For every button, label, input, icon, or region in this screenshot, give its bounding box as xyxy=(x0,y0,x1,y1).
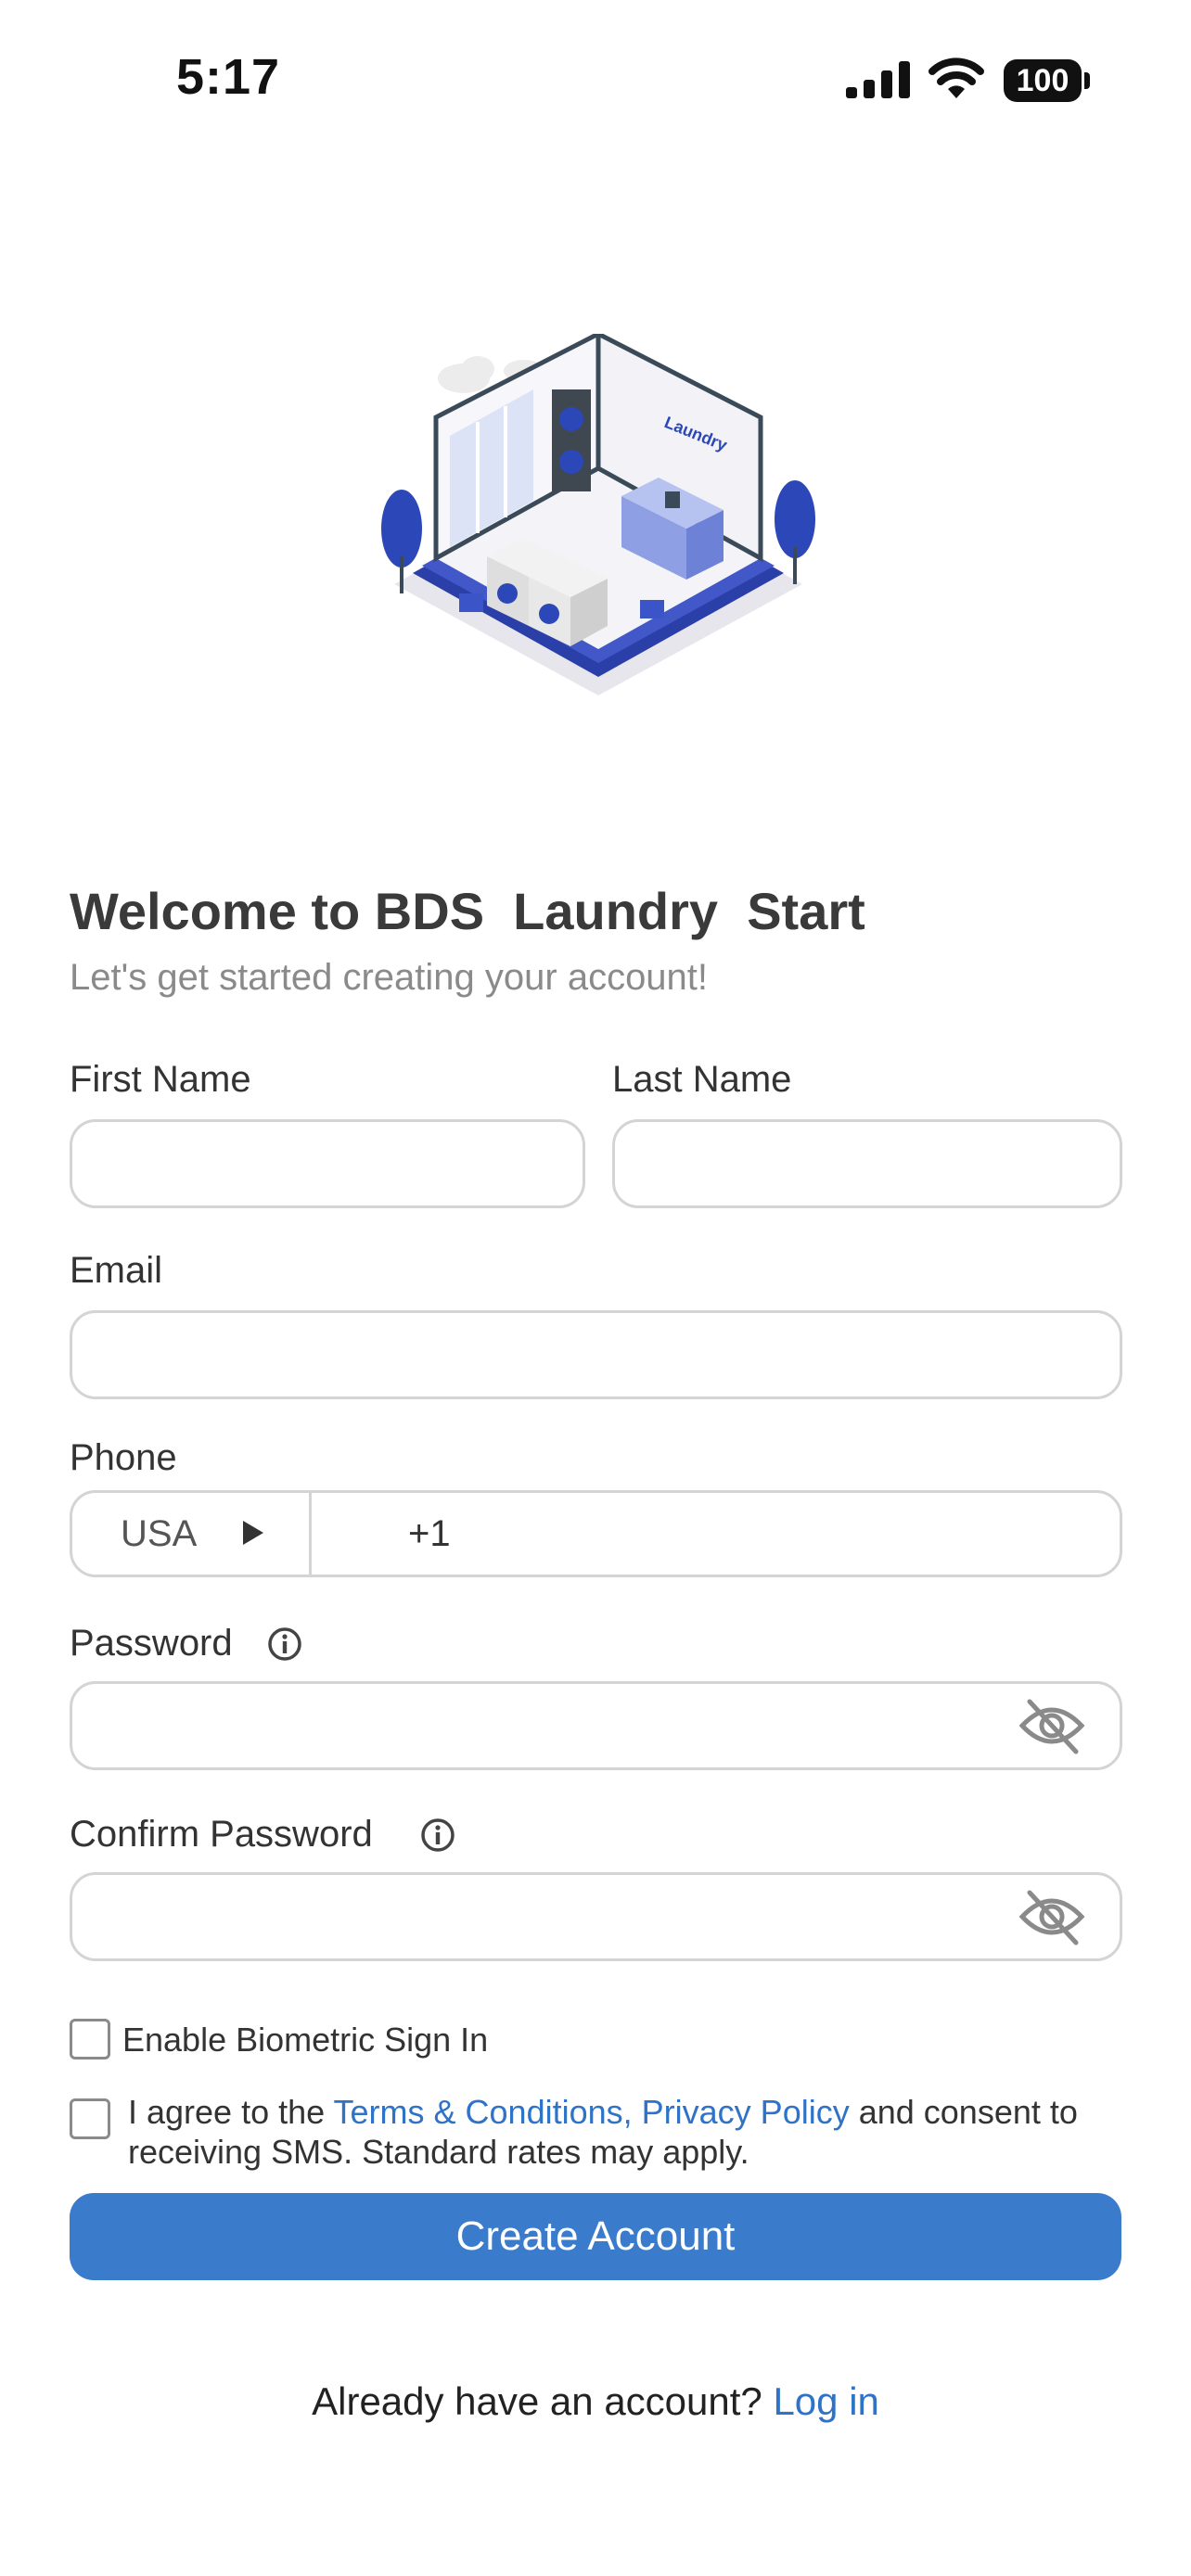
info-icon[interactable] xyxy=(267,1626,302,1662)
password-input[interactable] xyxy=(72,1684,1120,1767)
caret-right-icon xyxy=(243,1521,263,1545)
status-time: 5:17 xyxy=(176,49,281,105)
terms-prefix: I agree to the xyxy=(128,2093,334,2131)
last-name-input[interactable] xyxy=(615,1122,1120,1205)
phone-label: Phone xyxy=(70,1437,177,1478)
page-subtitle: Let's get started creating your account! xyxy=(70,957,709,998)
biometric-label: Enable Biometric Sign In xyxy=(122,2021,489,2059)
last-name-field[interactable] xyxy=(612,1119,1122,1208)
terms-link[interactable]: Terms & Conditions, xyxy=(334,2093,633,2131)
email-label: Email xyxy=(70,1250,163,1291)
wifi-icon xyxy=(928,57,984,98)
page-title: Welcome to BDS Laundry Start xyxy=(70,882,865,940)
battery-icon: 100 xyxy=(1004,59,1093,102)
country-selector[interactable]: USA xyxy=(72,1493,312,1575)
email-input[interactable] xyxy=(72,1313,1120,1396)
login-prompt: Already have an account? Log in xyxy=(0,2379,1191,2424)
dial-code: +1 xyxy=(408,1513,451,1554)
country-code-label: USA xyxy=(121,1513,198,1554)
terms-text: I agree to the Terms & Conditions, Priva… xyxy=(128,2092,1122,2172)
battery-level: 100 xyxy=(1004,59,1082,102)
eye-slash-icon[interactable] xyxy=(1018,1887,1085,1946)
cellular-signal-icon xyxy=(846,61,910,98)
first-name-label: First Name xyxy=(70,1059,251,1100)
info-icon[interactable] xyxy=(420,1817,455,1853)
login-prompt-text: Already have an account? xyxy=(312,2379,774,2423)
eye-slash-icon[interactable] xyxy=(1018,1696,1085,1755)
first-name-input[interactable] xyxy=(72,1122,583,1205)
laundry-illustration: Laundry xyxy=(381,334,815,695)
login-link[interactable]: Log in xyxy=(773,2379,878,2423)
phone-field[interactable]: USA +1 xyxy=(70,1490,1122,1577)
terms-checkbox[interactable] xyxy=(70,2098,110,2139)
password-field[interactable] xyxy=(70,1681,1122,1770)
password-label: Password xyxy=(70,1623,233,1664)
confirm-password-input[interactable] xyxy=(72,1875,1120,1958)
last-name-label: Last Name xyxy=(612,1059,792,1100)
confirm-password-label: Confirm Password xyxy=(70,1814,373,1855)
first-name-field[interactable] xyxy=(70,1119,585,1208)
create-account-button[interactable]: Create Account xyxy=(70,2193,1121,2280)
privacy-link[interactable]: Privacy Policy xyxy=(642,2093,850,2131)
biometric-checkbox[interactable] xyxy=(70,2019,110,2060)
email-field[interactable] xyxy=(70,1310,1122,1399)
confirm-password-field[interactable] xyxy=(70,1872,1122,1961)
